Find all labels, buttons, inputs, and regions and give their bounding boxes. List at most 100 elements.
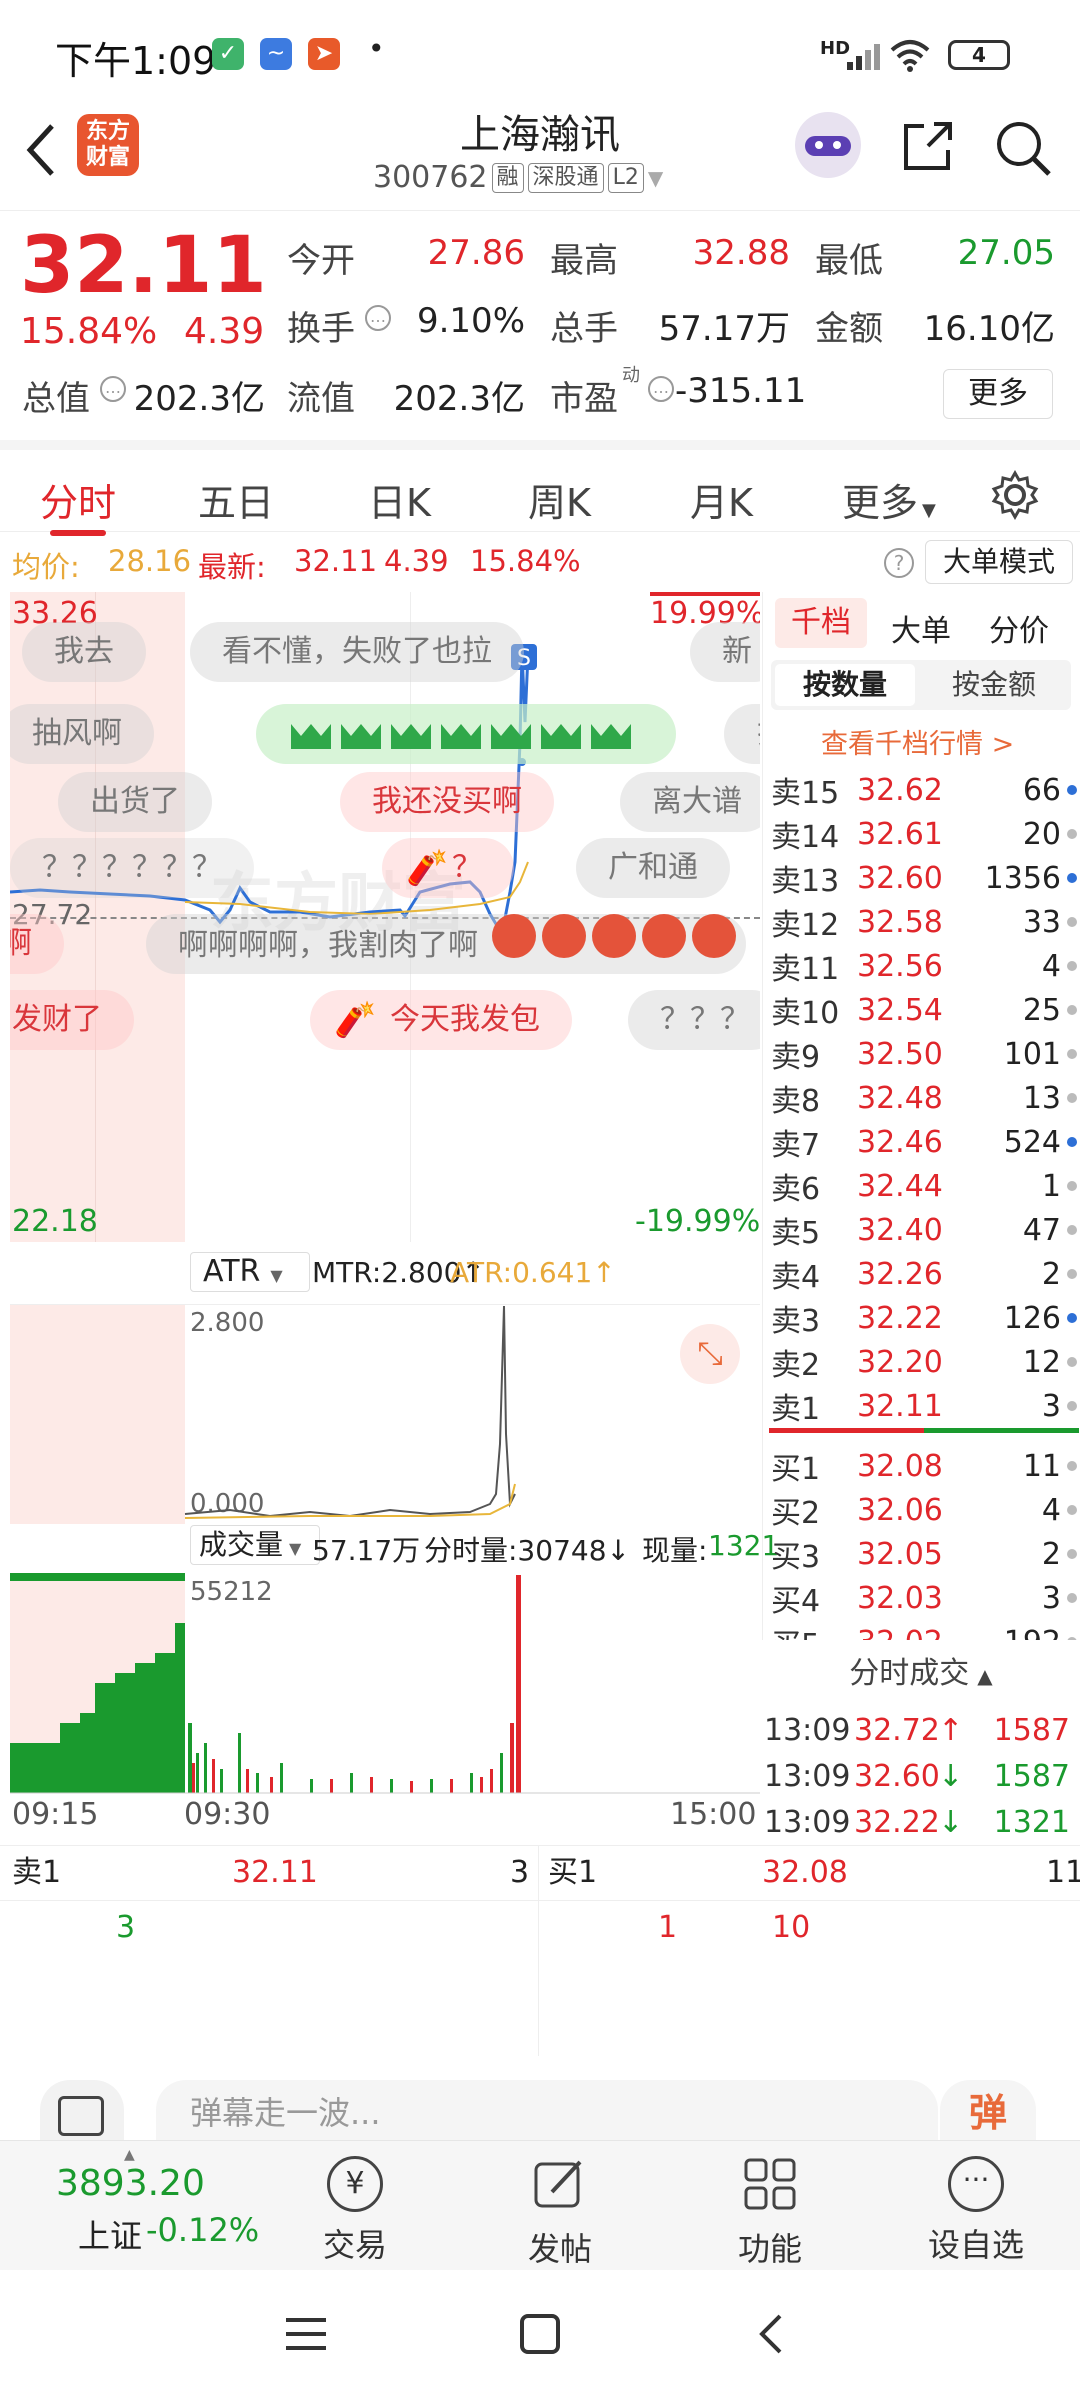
bid-volume: 2: [1041, 1536, 1061, 1572]
menu-icon[interactable]: [284, 2314, 328, 2354]
nav-trade[interactable]: ¥ 交易: [285, 2156, 425, 2266]
tab-five-day[interactable]: 五日: [198, 472, 274, 527]
atr-indicator-panel: ATR ▼ MTR:2.800↑ ATR:0.641↑ 2.800 0.000 ⤡: [10, 1244, 760, 1524]
avg-value: 28.16: [108, 544, 192, 578]
ask-volume: 524: [1003, 1124, 1061, 1160]
toggle-by-quantity[interactable]: 按数量: [775, 664, 915, 706]
ask-level: 卖7: [771, 1128, 821, 1163]
danmu-message: ？？？: [628, 990, 760, 1050]
ask-volume: 12: [1022, 1344, 1061, 1380]
index-value: 3893.20: [56, 2163, 205, 2204]
nav-post[interactable]: 发帖: [490, 2156, 630, 2270]
help-icon[interactable]: ?: [884, 548, 914, 578]
order-flag-dot: [1067, 1313, 1077, 1323]
tab-big-order[interactable]: 大单: [891, 606, 951, 650]
big-order-mode-button[interactable]: 大单模式: [925, 540, 1073, 584]
change-amount: 4.39: [184, 311, 265, 352]
info-icon[interactable]: …: [100, 376, 126, 402]
high-label: 最高: [550, 241, 618, 281]
expand-icon[interactable]: ⤡: [680, 1324, 740, 1384]
chevron-down-icon: ▼: [647, 165, 664, 190]
order-flag-dot: [1067, 1137, 1077, 1147]
view-depth-link[interactable]: 查看千档行情 >: [821, 722, 1014, 761]
more-dots-icon: ···: [948, 2156, 1004, 2212]
order-flag-dot: [1067, 1593, 1077, 1603]
ask-volume: 20: [1022, 816, 1061, 852]
danmu-toggle-button[interactable]: 弹: [940, 2080, 1036, 2140]
volume-label: 总手: [550, 309, 618, 349]
order-flag-dot: [1067, 829, 1077, 839]
danmu-list-icon[interactable]: [40, 2080, 124, 2140]
nav-function[interactable]: 功能: [700, 2156, 840, 2270]
settings-gear-icon[interactable]: [990, 470, 1040, 520]
atr-selector[interactable]: ATR ▼: [190, 1252, 310, 1292]
pe-value: -315.11: [675, 371, 807, 411]
total-mv-label: 总值: [22, 379, 90, 419]
danmu-message: 新: [690, 622, 760, 682]
tick-direction: ↑: [938, 1712, 964, 1748]
last-label: 最新:: [198, 550, 266, 584]
status-bar: 下午1:09 ✓ ~ ➤ • HD 4: [0, 0, 1080, 100]
float-mv-label: 流值: [287, 379, 355, 419]
order-flag-dot: [1067, 1225, 1077, 1235]
tab-intraday[interactable]: 分时: [40, 472, 116, 527]
tab-monthly-k[interactable]: 月K: [690, 472, 753, 527]
order-book-panel: 千档 大单 分价 按数量 按金额 查看千档行情 > 卖15 32.62 66 卖14 3…: [762, 592, 1080, 1663]
share-icon[interactable]: [898, 118, 956, 176]
info-icon[interactable]: …: [365, 305, 391, 331]
assistant-avatar-icon[interactable]: [795, 112, 861, 178]
ask-price: 32.60: [857, 860, 943, 896]
volume-now-label: 现量:: [642, 1534, 708, 1567]
tab-more[interactable]: 更多 ▼: [842, 472, 936, 527]
ask-row: 卖14 32.61 20: [771, 812, 1077, 856]
order-flag-dot: [1067, 1005, 1077, 1015]
float-mv-value: 202.3亿: [393, 379, 525, 419]
ask-price: 32.62: [857, 772, 943, 808]
best-bid-label: 买1: [548, 1855, 598, 1890]
ask-row: 卖1 32.11 3: [771, 1384, 1077, 1428]
header: 东方财富 上海瀚讯 300762 融 深股通 L2 ▼: [0, 100, 1080, 210]
tab-daily-k[interactable]: 日K: [368, 472, 431, 527]
bid-queue-item: 1: [658, 1910, 678, 1945]
tab-weekly-k[interactable]: 周K: [528, 472, 591, 527]
pe-superscript: 动: [622, 365, 640, 386]
index-ticker[interactable]: ▲ 3893.20 上证 -0.12%: [56, 2147, 259, 2257]
best-ask-price: 32.11: [232, 1855, 318, 1890]
ask-price: 32.20: [857, 1344, 943, 1380]
tick-time: 13:09: [764, 1804, 851, 1840]
current-price: 32.11: [20, 221, 267, 311]
info-icon[interactable]: …: [648, 376, 674, 402]
search-icon[interactable]: [993, 118, 1053, 178]
order-flag-dot: [1067, 1049, 1077, 1059]
ask-row: 卖15 32.62 66: [771, 768, 1077, 812]
volume-selector[interactable]: 成交量 ▼: [190, 1525, 320, 1565]
ask-volume: 1: [1041, 1168, 1061, 1204]
wifi-icon: [890, 40, 930, 72]
stock-code-row[interactable]: 300762 融 深股通 L2 ▼: [373, 160, 663, 195]
back-nav-icon[interactable]: [754, 2312, 786, 2356]
ask-level: 卖3: [771, 1304, 821, 1339]
ask-level: 卖6: [771, 1172, 821, 1207]
tab-price-dist[interactable]: 分价: [989, 606, 1049, 650]
ask-price: 32.54: [857, 992, 943, 1028]
more-button[interactable]: 更多: [943, 369, 1053, 419]
pe-label: 市盈: [550, 379, 618, 419]
tick-deals-title[interactable]: 分时成交 ▲: [762, 1648, 1080, 1692]
danmu-input[interactable]: 弹幕走一波...: [156, 2080, 938, 2140]
bid-row: 买2 32.06 4: [771, 1488, 1077, 1532]
intraday-chart[interactable]: 33.26 19.99% 27.72 22.18 -19.99% 东方财富 S …: [10, 592, 760, 1242]
home-icon[interactable]: [518, 2312, 562, 2356]
nav-add-watchlist[interactable]: ··· 设自选: [906, 2156, 1046, 2266]
tick-volume: 1321: [993, 1804, 1070, 1840]
best-bid-volume: 11: [1046, 1855, 1080, 1890]
toggle-by-amount[interactable]: 按金额: [921, 664, 1067, 706]
ask-volume: 33: [1022, 904, 1061, 940]
caret-up-icon: ▲: [124, 2147, 135, 2163]
tab-level-depth[interactable]: 千档: [775, 598, 867, 648]
ask-level: 卖12: [771, 908, 840, 943]
margin-tag: 融: [491, 162, 524, 193]
chart-tabs: 分时 五日 日K 周K 月K 更多 ▼: [0, 440, 1080, 536]
turnover-label: 换手: [287, 309, 355, 349]
ask-volume: 13: [1022, 1080, 1061, 1116]
ask-volume: 126: [1003, 1300, 1061, 1336]
